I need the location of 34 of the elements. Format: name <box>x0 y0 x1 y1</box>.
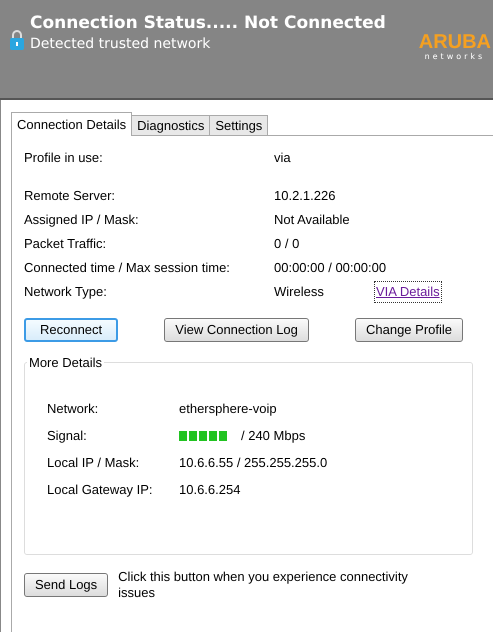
send-logs-hint: Click this button when you experience connectivity issues <box>118 569 409 601</box>
signal-bars-icon <box>179 431 229 441</box>
detail-label: Assigned IP / Mask: <box>24 211 140 230</box>
send-logs-button[interactable]: Send Logs <box>24 573 108 597</box>
detail-label: Network Type: <box>24 283 108 302</box>
via-details-link[interactable]: VIA Details <box>374 281 442 303</box>
detail-value: 10.2.1.226 <box>274 187 336 206</box>
logo: ARUBA networks <box>418 32 491 62</box>
connection-status-title: Connection Status..... Not Connected <box>30 12 387 34</box>
detail-value: / 240 Mbps <box>241 427 306 446</box>
detail-label: Signal: <box>47 427 88 446</box>
action-button[interactable]: Reconnect <box>24 318 118 342</box>
detail-label: Network: <box>47 400 100 418</box>
detail-label: Remote Server: <box>24 187 116 206</box>
detail-label: Profile in use: <box>24 149 104 168</box>
connection-status-subtitle: Detected trusted network <box>30 35 212 54</box>
detail-value: 0 / 0 <box>274 235 300 254</box>
detail-value: ethersphere-voip <box>179 400 277 418</box>
action-button[interactable]: Change Profile <box>355 318 463 342</box>
detail-value: Not Available <box>274 211 351 230</box>
tab[interactable]: Connection Details <box>11 112 132 136</box>
tab[interactable]: Settings <box>210 115 268 136</box>
detail-value: via <box>274 149 292 168</box>
detail-label: Connected time / Max session time: <box>24 259 231 278</box>
detail-label: Local IP / Mask: <box>47 454 140 472</box>
detail-label: Packet Traffic: <box>24 235 108 254</box>
detail-value: 10.6.6.254 <box>179 481 240 500</box>
padlock-icon <box>10 30 24 50</box>
detail-label: Local Gateway IP: <box>47 481 154 500</box>
detail-value: 10.6.6.55 / 255.255.255.0 <box>179 454 328 472</box>
action-button[interactable]: View Connection Log <box>164 318 309 342</box>
detail-value: Wireless <box>274 283 325 302</box>
detail-value: 00:00:00 / 00:00:00 <box>274 259 386 278</box>
tab[interactable]: Diagnostics <box>132 115 210 136</box>
